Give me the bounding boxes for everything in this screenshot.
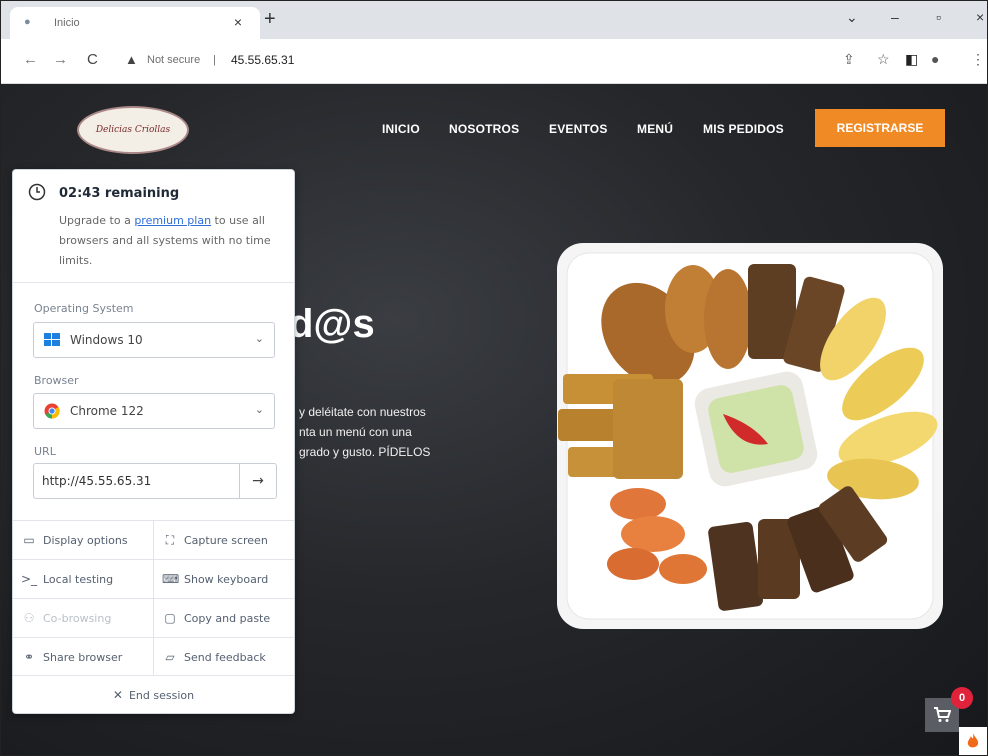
new-tab-button[interactable]: +: [264, 8, 276, 31]
capture-screen-button[interactable]: ⛶ Capture screen: [153, 520, 294, 559]
browser-tabbar: ● Inicio × + ⌄ – ▫ ×: [1, 1, 987, 39]
register-button[interactable]: REGISTRARSE: [815, 109, 945, 147]
profile-icon[interactable]: ●: [931, 51, 939, 67]
hero-line: y deléitate con nuestros: [299, 405, 426, 419]
keyboard-icon: ⌨: [162, 572, 180, 586]
premium-plan-link[interactable]: premium plan: [134, 214, 211, 227]
food-plate-image: [557, 243, 943, 629]
send-feedback-button[interactable]: ▱ Send feedback: [153, 637, 294, 676]
clipboard-icon: ▢: [164, 611, 176, 625]
browser-tab[interactable]: ● Inicio ×: [10, 7, 260, 39]
users-icon: ⚇: [23, 611, 35, 625]
browser-label: Browser: [34, 374, 79, 387]
end-session-button[interactable]: ✕ End session: [13, 675, 294, 714]
bookmark-star-icon[interactable]: ☆: [877, 51, 890, 68]
cart-icon: [934, 707, 951, 722]
url-input[interactable]: http://45.55.65.31 →: [33, 463, 277, 499]
minimize-icon[interactable]: –: [891, 9, 899, 25]
windows-icon: [44, 333, 60, 346]
tab-title: Inicio: [54, 17, 80, 29]
favicon-icon: ●: [24, 16, 31, 28]
chrome-icon: [44, 403, 60, 419]
session-panel: 02:43 remaining Upgrade to a premium pla…: [12, 169, 295, 714]
hero-line: grado y gusto. PÍDELOS: [299, 445, 431, 459]
warning-icon: ▲: [125, 52, 138, 67]
close-icon: ✕: [112, 688, 123, 702]
tab-search-icon[interactable]: ⌄: [846, 9, 858, 26]
browser-value: Chrome 122: [70, 404, 144, 418]
monitor-icon: ▭: [23, 533, 35, 547]
close-window-icon[interactable]: ×: [976, 9, 984, 25]
back-icon[interactable]: ←: [23, 51, 38, 68]
os-value: Windows 10: [70, 333, 143, 347]
link-icon: ⚭: [23, 650, 35, 664]
upgrade-message: Upgrade to a premium plan to use all bro…: [59, 214, 271, 267]
address-bar[interactable]: ▲ Not secure | 45.55.65.31: [113, 47, 833, 75]
reload-icon[interactable]: C: [87, 51, 98, 68]
feedback-icon: ▱: [165, 650, 175, 664]
nav-menu[interactable]: MENÚ: [637, 122, 673, 136]
nav-inicio[interactable]: INICIO: [382, 122, 420, 136]
capture-icon: ⛶: [165, 532, 175, 547]
nav-nosotros[interactable]: NOSOTROS: [449, 122, 519, 136]
show-keyboard-button[interactable]: ⌨ Show keyboard: [153, 559, 294, 598]
display-options-button[interactable]: ▭ Display options: [13, 520, 153, 559]
hero-line: nta un menú con una: [299, 425, 412, 439]
nav-mis-pedidos[interactable]: MIS PEDIDOS: [703, 122, 784, 136]
hero-title: d@s: [289, 302, 375, 346]
maximize-icon[interactable]: ▫: [936, 9, 941, 25]
time-remaining: 02:43 remaining: [59, 186, 180, 201]
url-separator: |: [213, 54, 216, 66]
browser-select[interactable]: Chrome 122 ⌄: [33, 393, 275, 429]
chevron-down-icon: ⌄: [254, 403, 264, 416]
terminal-icon: >_: [21, 572, 38, 586]
copy-paste-button[interactable]: ▢ Copy and paste: [153, 598, 294, 637]
share-browser-button[interactable]: ⚭ Share browser: [13, 637, 153, 676]
sidepanel-icon[interactable]: ◧: [905, 51, 918, 68]
os-select[interactable]: Windows 10 ⌄: [33, 322, 275, 358]
tab-close-icon[interactable]: ×: [234, 14, 242, 30]
site-logo[interactable]: Delicias Criollas: [77, 106, 189, 154]
share-icon[interactable]: ⇪: [843, 51, 855, 68]
os-label: Operating System: [34, 302, 134, 315]
nav-eventos[interactable]: EVENTOS: [549, 122, 608, 136]
browser-toolbar: ← → C ▲ Not secure | 45.55.65.31 ⇪ ☆ ◧ ●…: [1, 39, 987, 84]
url-label: URL: [34, 445, 56, 458]
local-testing-button[interactable]: >_ Local testing: [13, 559, 153, 598]
flame-icon[interactable]: [959, 727, 987, 755]
hero-text: y deléitate con nuestros nta un menú con…: [299, 402, 479, 462]
timer-section: 02:43 remaining Upgrade to a premium pla…: [13, 170, 294, 283]
clock-icon: [28, 183, 46, 201]
co-browsing-button[interactable]: ⚇ Co-browsing: [13, 598, 153, 637]
security-status: Not secure: [147, 54, 201, 66]
cart-count-badge: 0: [951, 687, 973, 709]
forward-icon[interactable]: →: [53, 51, 68, 68]
address-url: 45.55.65.31: [231, 53, 295, 67]
screenshot-frame: ● Inicio × + ⌄ – ▫ × ← → C ▲ Not secure …: [0, 0, 988, 756]
url-value: http://45.55.65.31: [42, 474, 152, 488]
arrow-right-icon[interactable]: →: [239, 464, 276, 498]
chevron-down-icon: ⌄: [254, 332, 264, 345]
menu-icon[interactable]: ⋮: [971, 51, 985, 68]
